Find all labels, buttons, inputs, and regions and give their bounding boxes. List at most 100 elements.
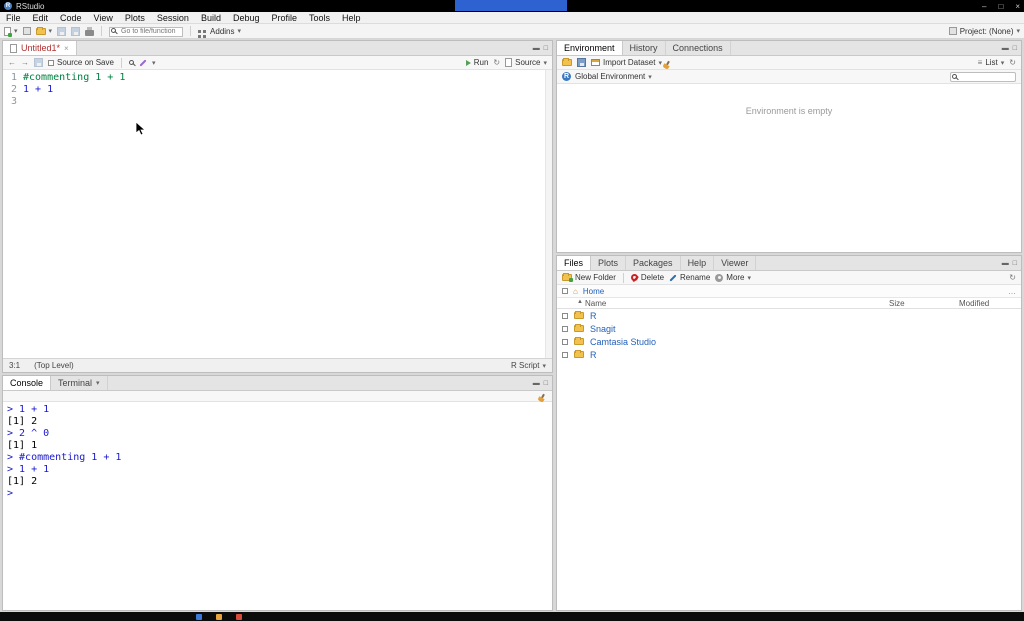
menu-file[interactable]: File [0,12,27,23]
find-replace-icon[interactable] [129,60,134,65]
code-editor[interactable]: 1 #commenting 1 + 1 2 1 + 1 3 [3,70,552,358]
import-dataset-button[interactable]: Import Dataset ▾ [591,58,662,67]
maximize-button[interactable]: □ [998,2,1003,11]
goto-file-function-box[interactable] [109,26,183,36]
tab-viewer[interactable]: Viewer [714,256,756,270]
menu-edit[interactable]: Edit [27,12,55,23]
tab-connections[interactable]: Connections [666,41,731,55]
breadcrumb-home[interactable]: Home [583,287,604,296]
menu-plots[interactable]: Plots [119,12,151,23]
save-icon[interactable] [34,58,43,67]
forward-icon[interactable]: → [21,58,29,67]
file-name-link[interactable]: Snagit [590,324,616,334]
goto-file-function-input[interactable] [109,27,183,37]
list-view-selector[interactable]: ≡ List ▾ [978,58,1005,67]
file-name-link[interactable]: Camtasia Studio [590,337,656,347]
pane-maximize-icon[interactable]: □ [544,380,548,387]
menu-tools[interactable]: Tools [303,12,336,23]
row-checkbox[interactable] [562,339,568,345]
save-workspace-icon[interactable] [577,58,586,67]
tab-terminal[interactable]: Terminal ▾ [51,376,108,390]
refresh-icon[interactable]: ↻ [1009,58,1016,67]
save-all-button[interactable] [71,27,80,36]
column-size[interactable]: Size [889,299,905,308]
code-text: 1 + 1 [23,84,53,96]
column-modified[interactable]: Modified [959,299,989,308]
run-button[interactable]: Run [466,58,489,67]
more-button[interactable]: More ▾ [715,273,751,282]
tab-packages[interactable]: Packages [626,256,681,270]
open-file-button[interactable]: ▾ [36,27,53,35]
file-row[interactable]: R [557,309,1021,322]
menu-session[interactable]: Session [151,12,195,23]
source-on-save-checkbox[interactable] [48,60,54,66]
source-button[interactable]: Source ▾ [505,58,547,67]
environment-search-box[interactable] [950,72,1016,82]
menu-debug[interactable]: Debug [227,12,266,23]
new-project-button[interactable] [23,27,31,35]
tab-environment[interactable]: Environment [557,41,623,55]
clear-environment-icon[interactable] [666,60,670,64]
close-tab-icon[interactable]: × [64,44,69,53]
column-name[interactable]: Name [585,299,606,308]
file-row[interactable]: R [557,348,1021,361]
taskbar-app-icon[interactable] [216,614,222,620]
row-checkbox[interactable] [562,352,568,358]
load-workspace-icon[interactable] [562,59,572,66]
tab-untitled1[interactable]: Untitled1* × [3,41,77,55]
addins-dropdown[interactable]: Addins ▾ [198,27,241,36]
editor-scrollbar[interactable] [545,70,552,358]
menu-help[interactable]: Help [336,12,367,23]
environment-scope-selector[interactable]: Global Environment ▾ [575,72,652,81]
new-file-button[interactable]: ▾ [4,27,18,36]
menu-profile[interactable]: Profile [266,12,304,23]
new-folder-label: New Folder [575,273,616,282]
clear-console-icon[interactable] [541,394,545,398]
pane-maximize-icon[interactable]: □ [1013,260,1017,267]
tab-files[interactable]: Files [557,256,591,270]
console-prompt[interactable]: > [7,488,548,500]
save-button[interactable] [57,27,66,36]
back-icon[interactable]: ← [8,58,16,67]
pane-minimize-icon[interactable]: ▬ [533,380,540,387]
source-on-save-label: Source on Save [57,58,114,67]
new-folder-button[interactable]: New Folder [562,273,616,282]
source-on-save-toggle[interactable]: Source on Save [48,58,114,67]
tab-help[interactable]: Help [681,256,715,270]
refresh-icon[interactable]: ↻ [1009,273,1016,282]
file-name-link[interactable]: R [590,311,597,321]
menu-code[interactable]: Code [54,12,88,23]
file-row[interactable]: Camtasia Studio [557,335,1021,348]
file-name-link[interactable]: R [590,350,597,360]
file-row[interactable]: Snagit [557,322,1021,335]
pane-maximize-icon[interactable]: □ [544,45,548,52]
console-output[interactable]: > 1 + 1 [1] 2 > 2 ^ 0 [1] 1 > #commentin… [3,402,552,610]
pane-minimize-icon[interactable]: ▬ [533,45,540,52]
scope-indicator[interactable]: (Top Level) [34,361,74,370]
minimize-button[interactable]: – [982,2,986,11]
row-checkbox[interactable] [562,326,568,332]
taskbar-app-icon[interactable] [196,614,202,620]
tab-history[interactable]: History [623,41,666,55]
menu-view[interactable]: View [88,12,119,23]
code-tools-icon[interactable] [139,59,146,66]
tab-plots[interactable]: Plots [591,256,626,270]
sort-asc-icon[interactable]: ▲ [577,299,583,305]
row-checkbox[interactable] [562,313,568,319]
rename-button[interactable]: Rename [669,273,710,282]
taskbar-app-icon[interactable] [236,614,242,620]
tab-console[interactable]: Console [3,376,51,390]
delete-button[interactable]: Delete [631,273,664,282]
pane-maximize-icon[interactable]: □ [1013,45,1017,52]
close-button[interactable]: × [1015,2,1020,11]
file-type-selector[interactable]: R Script ▾ [511,361,546,370]
select-all-checkbox[interactable] [562,288,568,294]
pane-minimize-icon[interactable]: ▬ [1002,45,1009,52]
rerun-icon[interactable]: ↻ [493,58,500,67]
menu-build[interactable]: Build [195,12,227,23]
project-selector[interactable]: Project: (None) ▾ [949,27,1020,36]
pane-minimize-icon[interactable]: ▬ [1002,260,1009,267]
path-more-button[interactable]: … [1008,287,1016,296]
environment-search-input[interactable] [950,72,1016,82]
print-button[interactable] [85,27,94,36]
